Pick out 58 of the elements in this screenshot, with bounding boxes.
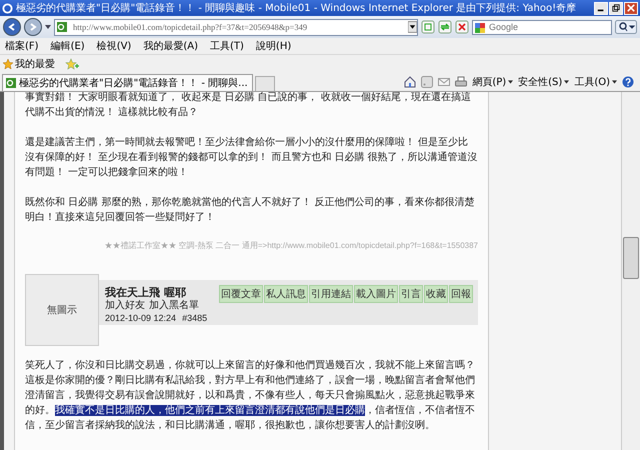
post-action-button[interactable]: 私人訊息: [264, 285, 308, 303]
dropdown-icon[interactable]: [408, 21, 417, 33]
author-name[interactable]: 我在天上飛 喔耶: [105, 285, 208, 300]
close-button[interactable]: [624, 2, 638, 14]
star-icon: [3, 58, 13, 68]
caret-icon: [564, 80, 570, 84]
site-icon: [6, 78, 16, 88]
stop-icon[interactable]: [455, 20, 469, 34]
browser-logo-icon: [2, 2, 13, 14]
dropdown-icon[interactable]: [45, 25, 51, 29]
command-menu[interactable]: 網頁(P): [472, 75, 514, 89]
menu-item[interactable]: 編輯(E): [50, 39, 85, 53]
refresh-icon[interactable]: [438, 20, 452, 34]
menu-item[interactable]: 我的最愛(A): [143, 39, 198, 53]
post-action-button[interactable]: 引用連結: [309, 285, 353, 303]
close-icon: [627, 4, 635, 12]
home-icon[interactable]: [404, 76, 416, 88]
search-provider-icon: [475, 22, 485, 32]
back-button[interactable]: [3, 18, 21, 36]
user-link[interactable]: 加入黑名單: [149, 300, 199, 312]
post-action-button[interactable]: 回覆文章: [219, 285, 263, 303]
restore-button[interactable]: [609, 2, 623, 14]
menu-item[interactable]: 檔案(F): [5, 39, 39, 53]
post-paragraph: 既然你和 日必購 那麼的熟，那你乾脆就當他的代言人不就好了！ 反正他們公司的事，看來你都很清楚明白！直接來這兒回覆回答一些疑問好了！: [25, 196, 476, 225]
no-image-label: 無圖示: [47, 304, 77, 318]
post-paragraph: 還是建議苦主們，第一時間就去報警吧！至少法律會給你一層小小的沒什麼用的保障啦！ 但是至少比沒有保障的好！ 至少現在看到報警的錢都可以拿的到！ 而且警方也和 日必購 很熟了，所以溝通管道沒有問題！ 一定可以把錢拿回來的啦！: [25, 136, 478, 180]
scrollbar[interactable]: [621, 92, 640, 450]
favorites-button[interactable]: 我的最愛: [3, 56, 55, 70]
signature-text: ★★禮諾工作室★★ 空調-熱泵 二合一 通用=>http://www.mobile01.com/topicdetail.php?f=168&t=1550387: [104, 240, 478, 252]
post-action-button[interactable]: 引言: [399, 285, 423, 303]
menu-item[interactable]: 工具(T): [210, 39, 244, 53]
add-favorite-icon[interactable]: [65, 58, 79, 70]
post-timestamp: 2012-10-09 12:24: [105, 312, 176, 324]
post-action-button[interactable]: 回報: [449, 285, 473, 303]
browser-tab[interactable]: 極惡劣的代購業者"日必購"電話錄音！！ - 閒聊與...: [2, 74, 253, 91]
post-number: #3485: [182, 312, 208, 324]
search-icon[interactable]: [615, 20, 637, 34]
help-icon[interactable]: [622, 76, 634, 88]
restore-icon: [612, 4, 620, 12]
scrollbar-thumb[interactable]: [623, 237, 639, 279]
site-icon: [57, 22, 67, 32]
menu-item[interactable]: 說明(H): [256, 39, 292, 53]
post-action-button[interactable]: 收藏: [424, 285, 448, 303]
search-field[interactable]: Google: [472, 20, 612, 34]
print-icon[interactable]: [455, 76, 468, 88]
user-link[interactable]: 加入好友: [105, 300, 145, 312]
command-menu[interactable]: 安全性(S): [518, 75, 570, 89]
menu-item[interactable]: 檢視(V): [96, 39, 132, 53]
caret-icon: [612, 80, 617, 84]
post-action-button[interactable]: 載入圖片: [354, 285, 398, 303]
mail-icon[interactable]: [438, 76, 450, 88]
caret-icon: [508, 80, 514, 84]
minimize-button[interactable]: [594, 2, 608, 14]
post-body: 笑死人了，你沒和日比購交易過，你就可以上來留言的好像和他們買過幾百次，我就不能上來留言嗎？這板是你家開的優？剛日比購有私訊給我，對方早上有和他們連絡了，誤會一場，晚點留言者會幫他們澄清留言，我覺得交易有誤會說開就好，以和爲貴，不像有些人，每天只會搧風點火，惡意挑起戰爭來的好。我確實不是日比購的人，他們之前有上來留言澄清都有說他們是日必購，信者恆信，不信者恆不信，至少留言者採納我的說法，和日比購溝通，喔耶，很抱歉也，讓你想要害人的計劃沒咧。: [25, 358, 476, 433]
command-menu[interactable]: 工具(O): [574, 75, 617, 89]
window-title: 極惡劣的代購業者"日必購"電話錄音！！ - 閒聊與趣味 - Mobile01 - Windows Internet Explorer 是由下列提供: Yahoo!奇摩: [16, 2, 578, 15]
address-field[interactable]: http://www.mobile01.com/topicdetail.php?f=37&t=2056948&p=349: [54, 18, 418, 36]
forward-button[interactable]: [24, 18, 42, 36]
